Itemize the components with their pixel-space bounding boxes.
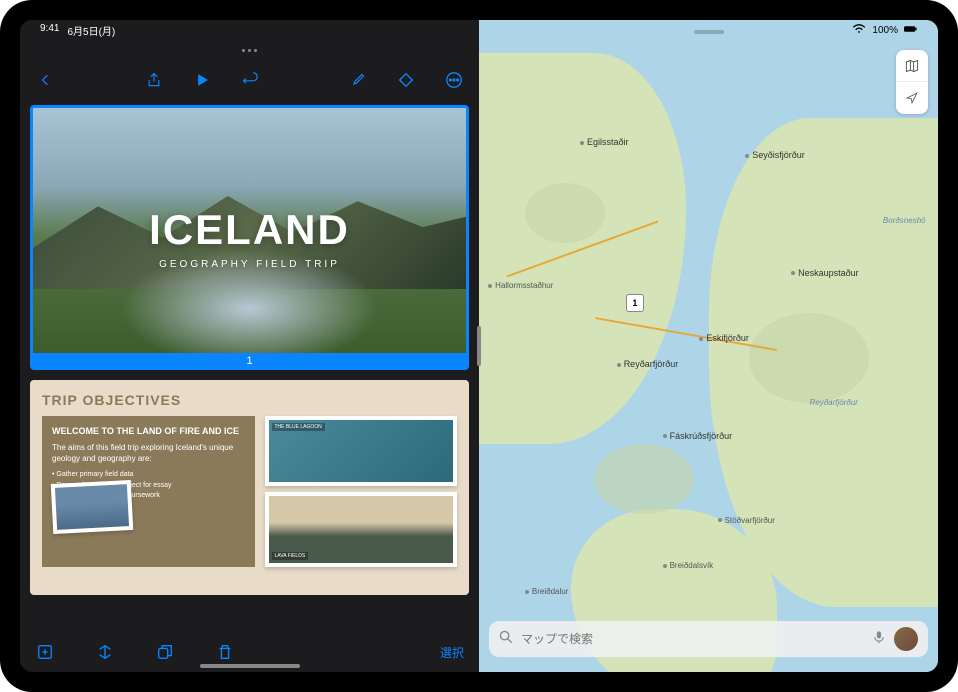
map-terrain [525, 183, 605, 243]
image-a-label: THE BLUE LAGOON [272, 423, 325, 431]
water-label: Reyðarfjörður [809, 398, 857, 407]
slide-2-image-b: LAVA FIELDS [265, 492, 458, 567]
add-slide-button[interactable] [35, 642, 55, 662]
slide-2-heading: WELCOME TO THE LAND OF FIRE AND ICE [52, 426, 245, 436]
road-shield: 1 [626, 294, 644, 312]
slide-2-image-column: THE BLUE LAGOON LAVA FIELDS [265, 416, 458, 567]
city-label[interactable]: Breiðdalsvík [663, 561, 714, 570]
wifi-icon [852, 24, 866, 37]
slide-1-title: ICELAND [149, 206, 350, 254]
map-search-bar[interactable] [489, 621, 928, 657]
play-button[interactable] [192, 70, 212, 90]
search-icon [499, 630, 513, 649]
split-button[interactable] [95, 642, 115, 662]
undo-button[interactable] [240, 70, 260, 90]
brush-button[interactable] [348, 70, 368, 90]
slide-2-textbox: WELCOME TO THE LAND OF FIRE AND ICE The … [42, 416, 255, 567]
water-label: Borðsneshö [883, 216, 926, 225]
search-input[interactable] [521, 632, 864, 646]
keynote-toolbar [20, 60, 479, 100]
status-bar: 9:41 6月5日(月) 100% [20, 20, 938, 40]
battery-pct: 100% [872, 25, 898, 36]
status-left: 9:41 6月5日(月) [40, 23, 115, 38]
user-avatar[interactable] [894, 627, 918, 651]
city-label[interactable]: Stöðvarfjörður [718, 516, 775, 525]
screen: 9:41 6月5日(月) 100% [20, 20, 938, 672]
back-button[interactable] [35, 70, 55, 90]
slide-2-image-a: THE BLUE LAGOON [265, 416, 458, 486]
slide-2-image-c [51, 480, 134, 534]
more-button[interactable] [444, 70, 464, 90]
mic-icon[interactable] [872, 630, 886, 649]
share-button[interactable] [144, 70, 164, 90]
slides-panel: ICELAND GEOGRAPHY FIELD TRIP 1 TRIP OBJE… [20, 100, 479, 632]
slide-2-title: TRIP OBJECTIVES [42, 392, 457, 408]
home-indicator[interactable] [200, 664, 300, 668]
status-right: 100% [852, 24, 918, 37]
map-terrain [749, 313, 869, 403]
delete-button[interactable] [215, 642, 235, 662]
city-label[interactable]: Reyðarfjörður [617, 359, 679, 369]
keynote-app: ICELAND GEOGRAPHY FIELD TRIP 1 TRIP OBJE… [20, 20, 479, 672]
slide-thumbnail-2[interactable]: TRIP OBJECTIVES WELCOME TO THE LAND OF F… [30, 380, 469, 595]
city-label[interactable]: Hallormsstaðhur [488, 281, 553, 290]
bullet-1: • Gather primary field data [52, 470, 245, 481]
city-label[interactable]: Egilsstaðir [580, 137, 629, 147]
ipad-frame: 9:41 6月5日(月) 100% [0, 0, 958, 692]
battery-icon [904, 24, 918, 37]
map-controls [896, 50, 928, 114]
map-mode-button[interactable] [896, 50, 928, 82]
image-b-label: LAVA FIELDS [272, 552, 309, 560]
city-label[interactable]: Fáskrúðsfjörður [663, 431, 733, 441]
maps-app[interactable]: 1 Egilsstaðir Seyðisfjörður Neskaupstaður H… [479, 20, 938, 672]
slide-2-body: The aims of this field trip exploring Ic… [52, 442, 245, 464]
city-label[interactable]: Seyðisfjörður [745, 150, 805, 160]
city-label[interactable]: Breiðdalur [525, 587, 568, 596]
status-date: 6月5日(月) [67, 23, 115, 38]
location-button[interactable] [896, 82, 928, 114]
slide-number: 1 [33, 353, 466, 369]
map-canvas[interactable]: 1 Egilsstaðir Seyðisfjörður Neskaupstaður H… [479, 20, 938, 672]
multitask-dots[interactable] [20, 40, 479, 60]
duplicate-button[interactable] [155, 642, 175, 662]
map-terrain [594, 444, 694, 514]
city-label[interactable]: Eskifjörður [699, 333, 749, 343]
slide-thumbnail-1[interactable]: ICELAND GEOGRAPHY FIELD TRIP 1 [30, 105, 469, 370]
split-view-divider[interactable] [477, 326, 481, 366]
select-button[interactable]: 選択 [440, 644, 464, 661]
status-time: 9:41 [40, 23, 59, 38]
slide-1-subtitle: GEOGRAPHY FIELD TRIP [159, 259, 340, 270]
city-label[interactable]: Neskaupstaður [791, 268, 859, 278]
style-button[interactable] [396, 70, 416, 90]
